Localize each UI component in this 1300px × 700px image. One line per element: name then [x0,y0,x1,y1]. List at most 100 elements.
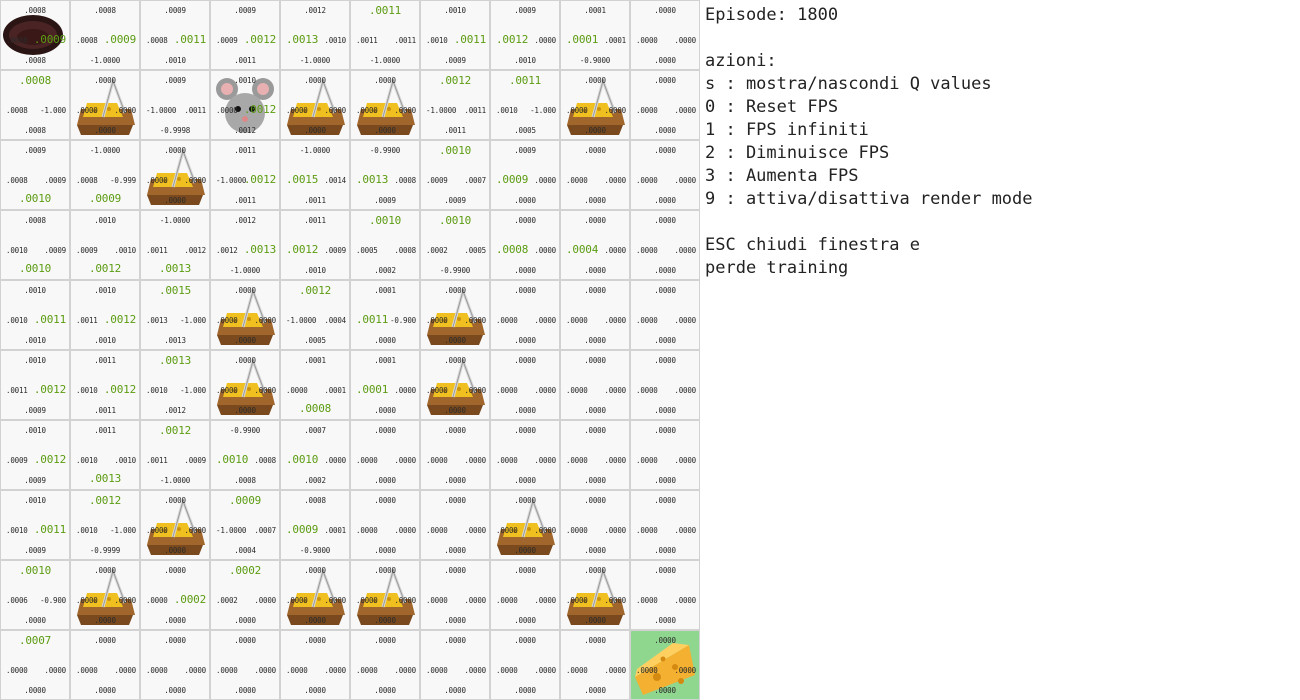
q-value-down: .0000 [654,126,676,135]
q-value-up: .0010 [24,356,46,365]
q-value-up: .0000 [94,76,116,85]
q-value-left: .0000 [356,456,378,465]
q-value-left: .0013 [146,316,168,325]
q-value-right: .0011 [394,36,416,45]
q-value-up: .0011 [94,426,116,435]
q-value-left: -1.0000 [286,316,317,325]
q-value-right: .0011 [184,106,206,115]
q-value-down: .0000 [514,546,536,555]
grid-cell: .0000 .0000 .0000 .0000 [70,560,140,630]
q-value-down: .0011 [444,126,466,135]
q-value-up: -1.0000 [89,146,121,155]
q-value-up: .0000 [584,286,606,295]
q-value-down: -0.9999 [89,546,121,555]
q-value-down: .0000 [234,336,256,345]
q-value-left: .0010 [426,36,448,45]
q-value-down: .0000 [444,406,466,415]
q-value-right: .0012 [243,103,276,116]
action-increase-fps: 3 : Aumenta FPS [705,166,859,186]
q-value-left: .0000 [636,36,658,45]
q-value-left: .0013 [356,173,389,186]
q-value-right: .0000 [534,666,556,675]
q-value-down: .0009 [374,196,396,205]
esc-hint-line-2: perde training [705,258,849,278]
q-value-up: .0000 [584,496,606,505]
q-value-up: .0000 [514,286,536,295]
q-value-left: .0008 [6,36,28,45]
q-value-down: .0000 [654,476,676,485]
q-value-right: .0000 [674,176,696,185]
q-value-down: .0000 [374,336,396,345]
q-value-down: .0000 [514,406,536,415]
q-value-left: .0000 [146,666,168,675]
q-value-left: .0000 [566,316,588,325]
q-value-left: .0000 [636,106,658,115]
q-value-right: .0000 [604,456,626,465]
q-value-up: .0010 [24,426,46,435]
grid-cell: .0010 .0005 .0008 .0002 [350,210,420,280]
q-value-down: -0.9900 [439,266,471,275]
grid-cell: .0011 -1.0000.0012 .0011 [210,140,280,210]
grid-cell: .0000 .0004 .0000 .0000 [560,210,630,280]
q-value-up: .0000 [654,216,676,225]
q-value-right: .0008 [254,456,276,465]
grid-cell: .0011 .0010 .0010 .0013 [70,420,140,490]
q-value-right: .0010 [324,36,346,45]
q-value-left: .0012 [496,33,529,46]
grid-cell: .0010 .0009 .0007 .0009 [420,140,490,210]
q-value-down: .0000 [584,616,606,625]
q-value-up: .0002 [228,564,262,577]
grid-cell: .0008 .0008 -1.000 .0008 [0,70,70,140]
q-value-down: .0009 [24,406,46,415]
q-value-up: .0000 [444,566,466,575]
q-value-right: .0000 [674,316,696,325]
q-value-up: .0011 [508,74,542,87]
q-value-right: .0000 [674,526,696,535]
grid-cell: .0009 .0012 .0000 .0010 [490,0,560,70]
q-value-right: .0000 [394,386,416,395]
action-toggle-render-mode: 9 : attiva/disattiva render mode [705,189,1033,209]
grid-cell: .0010 .0009 .0012 .0009 [0,420,70,490]
q-value-up: .0010 [438,144,472,157]
q-value-left: .0000 [496,316,518,325]
q-value-down: .0000 [304,126,326,135]
q-value-up: .0000 [374,496,396,505]
grid-cell: .0000 .0000 .0000 .0000 [420,490,490,560]
q-value-right: .0000 [464,316,486,325]
grid-cell: .0000 .0000 .0000 .0000 [420,280,490,350]
q-value-up: .0000 [304,566,326,575]
q-value-right: .0000 [394,456,416,465]
grid-cell: .0012 .0013 .0010 -1.0000 [280,0,350,70]
q-value-down: .0000 [514,266,536,275]
q-value-left: .0010 [6,526,28,535]
q-value-down: .0010 [94,336,116,345]
grid-cell: .0000 .0000 .0000 .0000 [630,560,700,630]
grid-cell: .0008 .0010 .0009 .0010 [0,210,70,280]
q-value-right: .0007 [254,526,276,535]
grid-cell: .0010 .0000 .0012 .0012 [210,70,280,140]
grid-cell: .0000 .0000 .0000 .0000 [560,420,630,490]
grid-cell: .0012 .0011 .0009 -1.0000 [140,420,210,490]
q-value-left: .0000 [426,316,448,325]
q-value-down: .0000 [444,336,466,345]
q-value-right: .0002 [173,593,206,606]
q-value-up: .0010 [94,216,116,225]
q-value-down: .0000 [164,686,186,695]
q-value-up: .0008 [18,74,52,87]
grid-cell: .0009 .0008 .0011 .0010 [140,0,210,70]
q-value-up: .0009 [24,146,46,155]
grid-cell: .0012 -1.0000 .0004 .0005 [280,280,350,350]
q-value-right: .0009 [184,456,206,465]
q-value-right: -0.900 [40,596,66,605]
q-value-right: .0014 [324,176,346,185]
q-value-right: .0000 [254,386,276,395]
grid-cell: .0008 .0009 .0001 -0.9000 [280,490,350,560]
q-value-left: .0000 [426,526,448,535]
q-value-down: .0000 [514,196,536,205]
grid-cell: .0010 .0010 .0011 .0009 [420,0,490,70]
grid-cell: .0000 .0000 .0000 .0000 [140,630,210,700]
q-value-left: .0000 [146,526,168,535]
q-value-up: .0008 [24,6,46,15]
q-value-left: .0010 [6,246,28,255]
q-value-down: .0008 [234,476,256,485]
